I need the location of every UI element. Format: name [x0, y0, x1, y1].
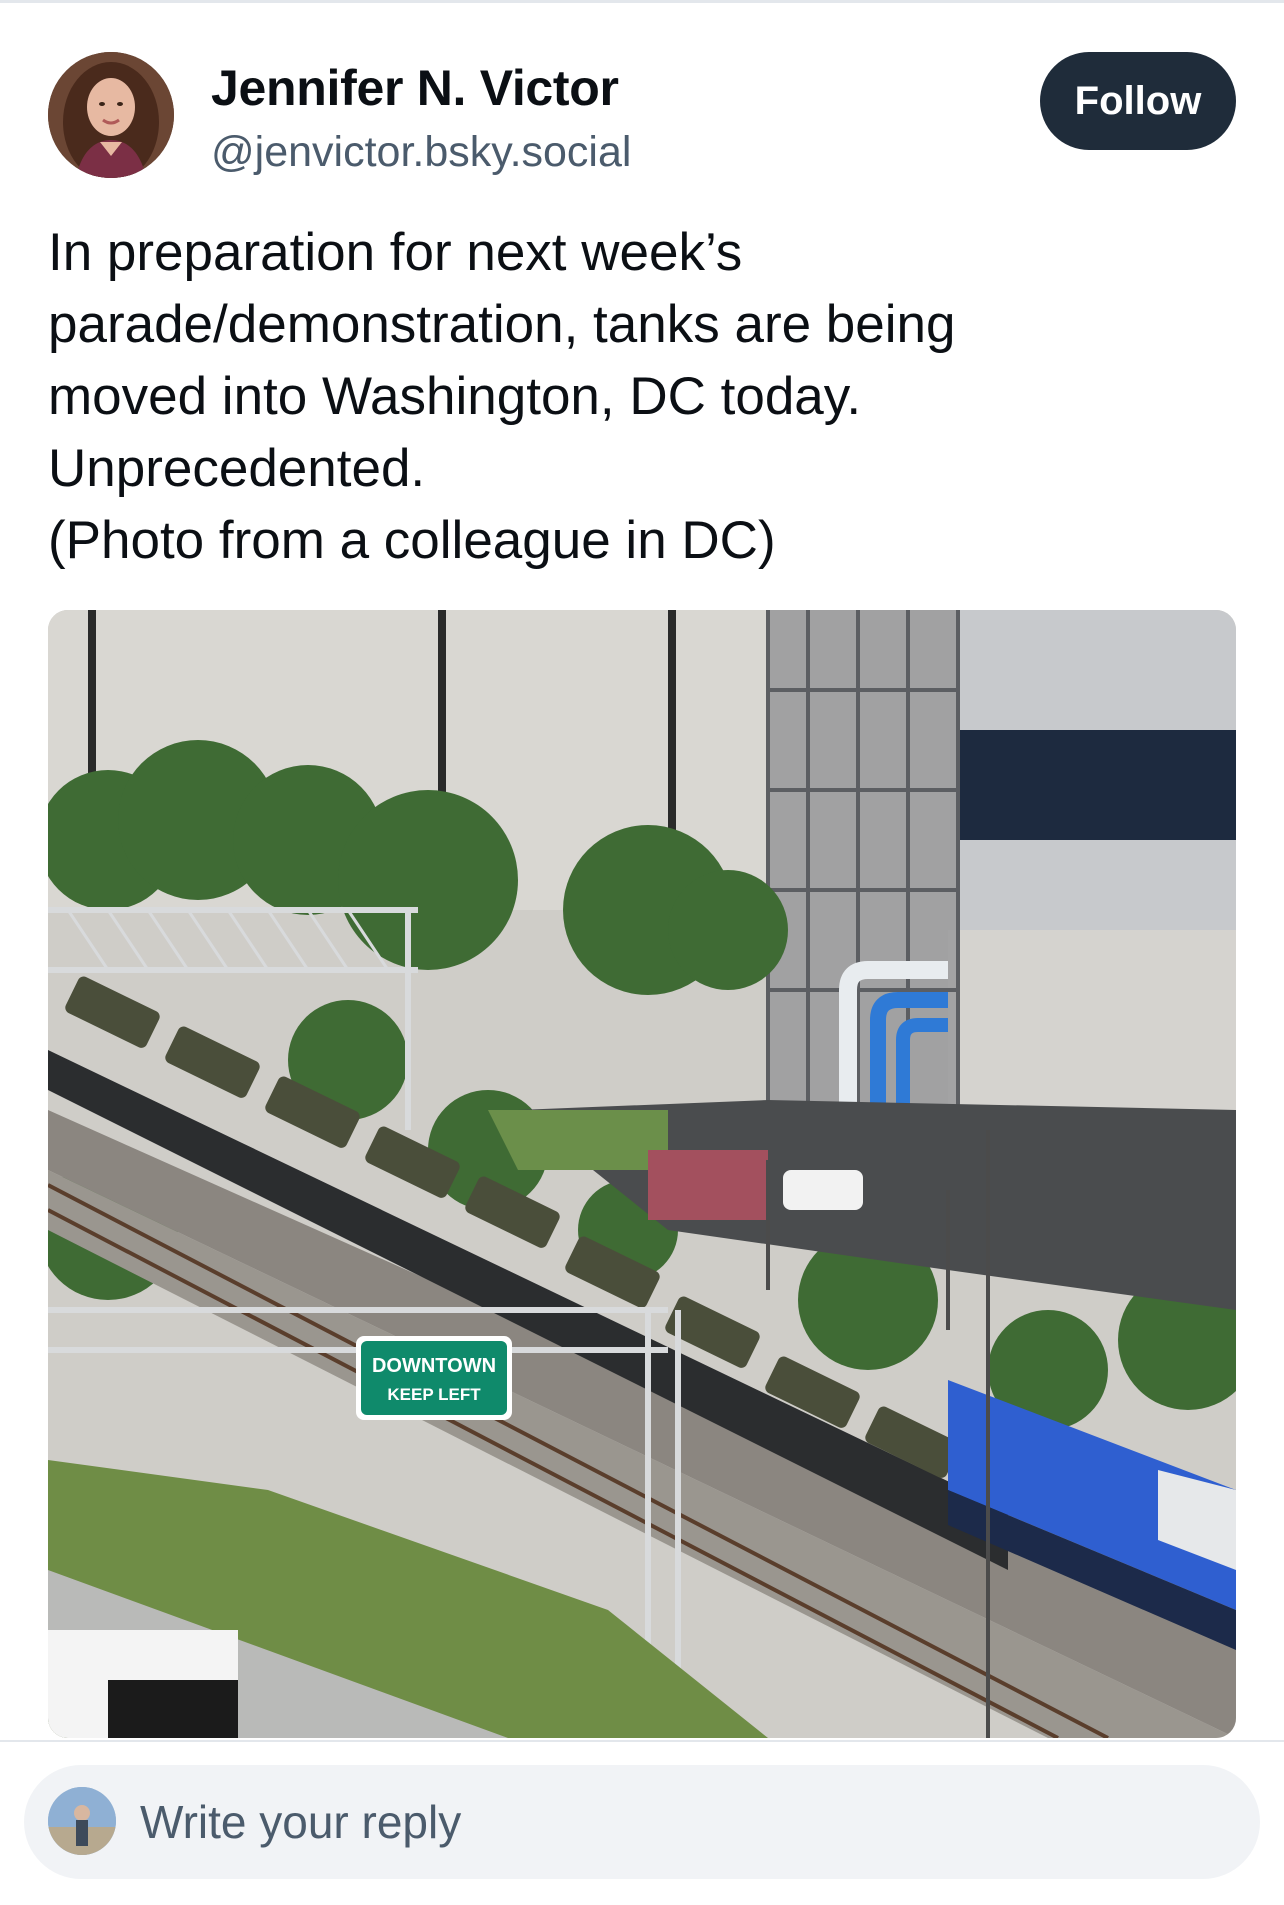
reply-composer[interactable] [24, 1765, 1260, 1879]
sign-line-1: DOWNTOWN [372, 1355, 496, 1377]
downtown-sign: DOWNTOWN KEEP LEFT [356, 1336, 512, 1420]
top-divider [0, 0, 1284, 3]
author-avatar[interactable] [48, 52, 174, 178]
author-handle[interactable]: @jenvictor.bsky.social [211, 124, 631, 180]
reply-input[interactable] [140, 1765, 1220, 1879]
author-display-name[interactable]: Jennifer N. Victor [211, 56, 631, 120]
author-info[interactable]: Jennifer N. Victor @jenvictor.bsky.socia… [211, 56, 631, 180]
post-text: In preparation for next week’s parade/de… [48, 223, 956, 570]
sign-line-2: KEEP LEFT [387, 1385, 481, 1404]
post-image[interactable]: DOWNTOWN KEEP LEFT [48, 610, 1236, 1738]
reply-divider [0, 1740, 1284, 1742]
follow-button[interactable]: Follow [1040, 52, 1236, 150]
user-avatar [48, 1787, 116, 1855]
post-header: Jennifer N. Victor @jenvictor.bsky.socia… [48, 52, 1236, 180]
